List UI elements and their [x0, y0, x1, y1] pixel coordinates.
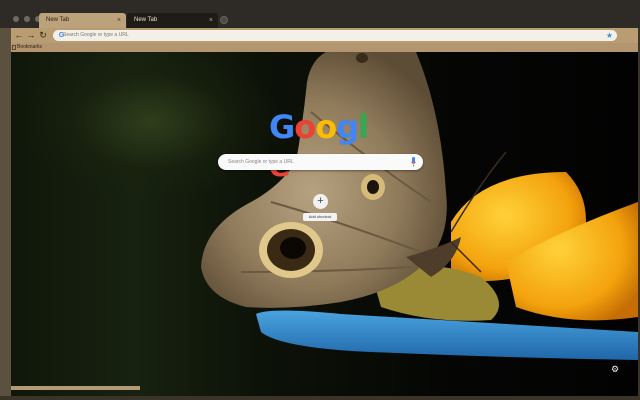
add-shortcut-tile[interactable]: + Add shortcut [303, 192, 337, 226]
omnibox-placeholder: Search Google or type a URL [63, 32, 129, 38]
logo-letter: l [358, 108, 369, 146]
tab-active[interactable]: New Tab × [127, 13, 218, 28]
window-controls [13, 16, 41, 22]
bookmarks-bar: Bookmarks [0, 43, 640, 52]
tab-title: New Tab [46, 17, 70, 23]
logo-letter: G [269, 108, 295, 146]
tab-title: New Tab [134, 17, 158, 23]
bookmark-folder-icon [12, 45, 16, 50]
google-logo: Google [269, 108, 373, 184]
tab-inactive[interactable]: New Tab × [39, 13, 126, 28]
customize-gear-icon[interactable]: ⚙ [610, 364, 620, 374]
frame-left-border [0, 28, 11, 400]
logo-letter: o [315, 108, 337, 146]
omnibox[interactable]: G Search Google or type a URL ★ [53, 30, 617, 41]
bookmark-item[interactable]: Bookmarks [17, 43, 42, 52]
back-icon[interactable]: ← [13, 28, 25, 43]
bookmark-star-icon[interactable]: ★ [606, 30, 613, 41]
ntp-search-placeholder: Search Google or type a URL [228, 159, 294, 165]
new-tab-button[interactable] [220, 16, 228, 24]
eyespot-center-shape [280, 237, 306, 259]
tab-close-icon[interactable]: × [209, 13, 213, 28]
add-shortcut-plus-icon: + [313, 194, 328, 209]
tab-close-icon[interactable]: × [117, 13, 121, 28]
ntp-search-box[interactable]: Search Google or type a URL [218, 154, 423, 170]
eyespot-top-shape [356, 53, 368, 63]
microphone-icon[interactable] [411, 157, 416, 167]
logo-letter: o [294, 108, 316, 146]
status-bar [11, 386, 140, 390]
frame-bottom-border [0, 396, 640, 400]
window-minimize-dot[interactable] [24, 16, 30, 22]
window-close-dot[interactable] [13, 16, 19, 22]
add-shortcut-label: Add shortcut [303, 213, 337, 221]
logo-letter: g [336, 108, 359, 146]
forward-icon[interactable]: → [25, 28, 37, 43]
new-tab-page: Google Search Google or type a URL + Add… [11, 52, 638, 396]
reload-icon[interactable]: ↻ [37, 28, 49, 43]
